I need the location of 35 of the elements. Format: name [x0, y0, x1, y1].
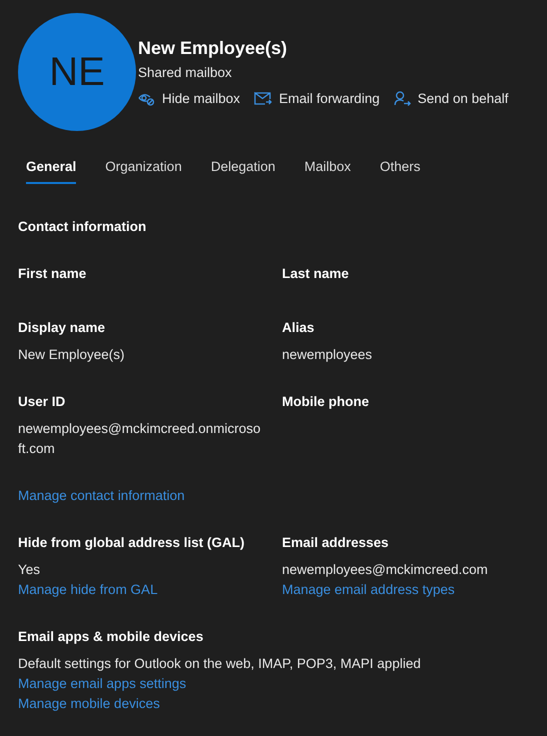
field-label: Mobile phone — [282, 393, 370, 411]
section-title: Contact information — [18, 218, 148, 236]
field-label: Email apps & mobile devices — [18, 628, 204, 646]
field-label: Last name — [282, 265, 350, 283]
action-button[interactable]: Send on behalf — [394, 91, 508, 106]
field-label: Display name — [18, 319, 106, 337]
avatar: NE — [18, 13, 136, 131]
envelope-arrow-icon — [254, 92, 272, 105]
field-value: newemployees@mckimcreed.com — [282, 561, 489, 579]
field-label: User ID — [18, 393, 66, 411]
field-label: First name — [18, 265, 88, 283]
field-value: newemployees — [282, 346, 374, 364]
field-value: Default settings for Outlook on the web, IMAP, POP3, MAPI applied — [18, 655, 422, 673]
link[interactable]: Manage hide from GAL — [18, 582, 158, 597]
link[interactable]: Manage email address types — [282, 582, 455, 597]
tab[interactable]: General — [26, 153, 76, 184]
eye-slash-icon — [138, 92, 155, 106]
link[interactable]: Manage mobile devices — [18, 696, 160, 711]
tab[interactable]: Delegation — [210, 153, 276, 184]
field-label: Email addresses — [282, 534, 390, 552]
tab[interactable]: Organization — [105, 153, 182, 184]
field-label: Alias — [282, 319, 316, 337]
field-value: Yes — [18, 561, 42, 579]
field-value: newemployees@mckimcreed.onmicrosoft.com — [18, 420, 262, 458]
mailbox-type: Shared mailbox — [138, 64, 233, 82]
mailbox-name: New Employee(s) — [138, 37, 288, 60]
link[interactable]: Manage email apps settings — [18, 676, 186, 691]
action-button[interactable]: Email forwarding — [254, 91, 380, 106]
tab[interactable]: Others — [380, 153, 420, 184]
link[interactable]: Manage contact information — [18, 488, 185, 503]
field-value: New Employee(s) — [18, 346, 126, 364]
tab[interactable]: Mailbox — [304, 153, 351, 184]
person-arrow-icon — [394, 91, 411, 106]
action-button[interactable]: Hide mailbox — [138, 91, 240, 106]
field-label: Hide from global address list (GAL) — [18, 534, 246, 552]
